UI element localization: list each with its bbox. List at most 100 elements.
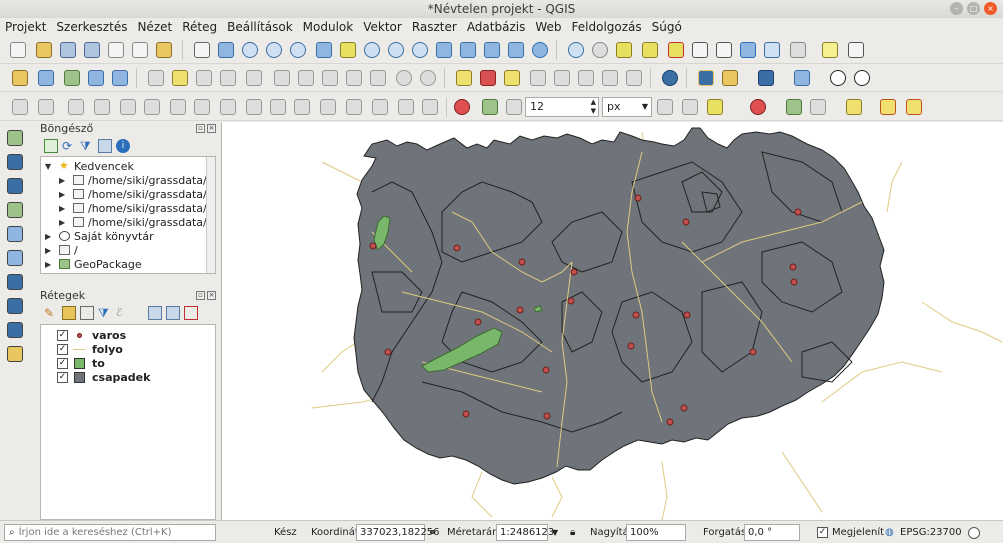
georeferencer-icon[interactable] [844,97,864,117]
locator-search-input[interactable]: Írjon ide a kereséshez (Ctrl+K) [19,527,172,538]
globe-icon[interactable] [660,68,680,88]
remove-layer-icon[interactable] [184,306,198,320]
collapse-all-icon[interactable] [166,306,180,320]
add-geopackage-layer-icon[interactable] [5,344,25,364]
style-icon[interactable]: ✎ [44,306,58,320]
change-label-icon[interactable] [624,68,644,88]
save-as-icon[interactable] [82,40,102,60]
city-point[interactable] [680,404,688,412]
city-point[interactable] [474,318,482,326]
scale-dropdown-icon[interactable]: ▼ [552,524,558,541]
menu-5[interactable]: Beállítások [222,20,298,34]
snapping-mode-icon[interactable] [480,97,500,117]
copy-features-icon[interactable] [344,68,364,88]
new-print-layout-icon[interactable] [106,40,126,60]
add-wfs-layer-icon[interactable] [5,320,25,340]
zoom-to-layer-icon[interactable] [362,40,382,60]
offset-curve-icon[interactable] [244,97,264,117]
magnifier-field[interactable]: 100% [626,524,686,541]
new-bookmark-icon[interactable] [482,40,502,60]
expand-all-icon[interactable] [148,306,162,320]
info-icon[interactable]: i [116,139,130,153]
offset-point-symbols-icon[interactable] [396,97,416,117]
manage-themes-icon[interactable] [80,306,94,320]
split-features-icon[interactable] [268,97,288,117]
city-point[interactable] [518,258,526,266]
menu-7[interactable]: Vektor [358,20,407,34]
city-point[interactable] [567,297,575,305]
browser-scrollbar[interactable] [206,157,215,273]
add-label-icon[interactable] [878,97,898,117]
snap-tolerance-spinbox[interactable]: 12 ▲ ▼ [525,97,599,117]
lock-scale-icon[interactable]: 🔒︎ [570,524,575,541]
field-calculator-icon[interactable] [714,40,734,60]
add-ring-icon[interactable] [92,97,112,117]
add-feature-icon[interactable] [218,68,238,88]
rotate-point-symbols-icon[interactable] [370,97,390,117]
menu-3[interactable]: Nézet [132,20,177,34]
zoom-to-selection-icon[interactable] [338,40,358,60]
city-point[interactable] [453,244,461,252]
measure-icon[interactable] [590,40,610,60]
layer-item[interactable]: ✓ varos [57,328,126,342]
city-point[interactable] [634,194,642,202]
panel-float-button[interactable]: ▫ [196,124,205,133]
merge-features-icon[interactable] [318,97,338,117]
add-wms-layer-icon[interactable] [5,272,25,292]
layer-visibility-checkbox[interactable]: ✓ [57,371,68,383]
toggle-editing-icon[interactable] [170,68,190,88]
expand-arrow-icon[interactable]: ▶ [59,204,69,213]
show-hide-labels-icon[interactable] [552,68,572,88]
add-vector-layer-icon[interactable] [5,128,25,148]
expand-arrow-icon[interactable]: ▶ [59,190,69,199]
zoom-out-icon[interactable] [264,40,284,60]
split-parts-icon[interactable] [292,97,312,117]
save-edits-icon[interactable] [194,68,214,88]
fill-ring-icon[interactable] [142,97,162,117]
move-label-icon[interactable] [576,68,596,88]
expand-arrow-icon[interactable]: ▶ [59,218,69,227]
geometry-checker-icon[interactable] [808,97,828,117]
city-point[interactable] [632,311,640,319]
expand-arrow-icon[interactable]: ▶ [59,176,69,185]
browser-item[interactable]: ▶ /home/siki/grassdata/te [59,215,215,229]
reshape-features-icon[interactable] [218,97,238,117]
layer-properties-icon[interactable] [36,68,56,88]
delete-ring-icon[interactable] [168,97,188,117]
render-checkbox[interactable]: ✓ [817,527,828,538]
crs-globe-icon[interactable]: ◍ [885,524,894,541]
filter-legend-icon[interactable]: ⧩ [98,306,112,320]
cut-features-icon[interactable] [320,68,340,88]
city-point[interactable] [683,311,691,319]
city-point[interactable] [749,348,757,356]
panel-close-button[interactable]: × [207,124,216,133]
zoom-last-icon[interactable] [386,40,406,60]
zoom-full-icon[interactable] [314,40,334,60]
browser-item[interactable]: ▶ GeoPackage [45,257,142,271]
close-button[interactable]: × [984,2,997,15]
refresh-icon[interactable]: ⟳ [62,139,76,153]
scale-field[interactable]: 1:2486123 [496,524,554,541]
menu-6[interactable]: Modulok [298,20,359,34]
expand-arrow-icon[interactable]: ▶ [45,246,55,255]
statistics-sum-icon[interactable] [762,40,782,60]
measure-line-icon[interactable] [788,40,808,60]
plugin-tools-icon[interactable] [720,68,740,88]
city-point[interactable] [570,268,578,276]
snapping-intersection-icon[interactable] [680,97,700,117]
browser-item[interactable]: ▶ / [45,243,78,257]
move-feature-icon[interactable] [244,68,264,88]
help-icon[interactable] [756,68,776,88]
city-point[interactable] [790,278,798,286]
pin-labels-icon[interactable] [502,68,522,88]
text-annotation-icon[interactable] [846,40,866,60]
plugin-manager-icon[interactable] [792,68,812,88]
show-layout-manager-icon[interactable] [130,40,150,60]
map-svg[interactable] [222,122,1003,521]
toolbox-icon[interactable] [738,40,758,60]
snapping-type-icon[interactable] [504,97,524,117]
vertex-editor-icon[interactable] [784,97,804,117]
layer-visibility-checkbox[interactable]: ✓ [57,343,68,355]
panel-float-button[interactable]: ▫ [196,291,205,300]
diagram-icon[interactable] [478,68,498,88]
